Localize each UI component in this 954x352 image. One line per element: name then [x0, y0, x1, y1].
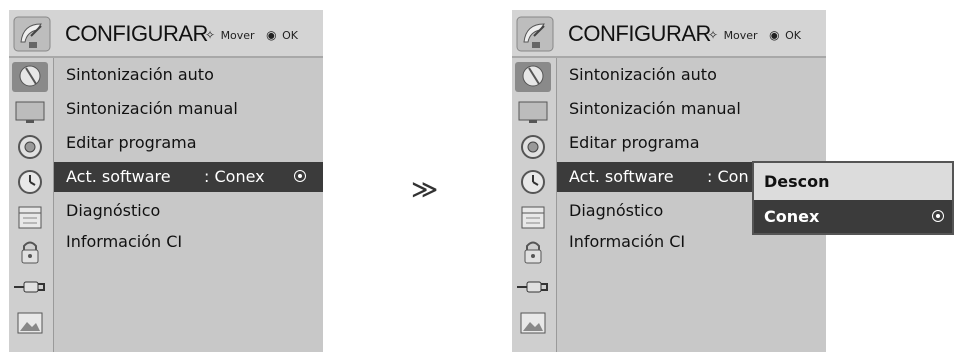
navigation-hint: ✧ Mover ◉ OK	[708, 28, 801, 42]
connector-icon[interactable]	[515, 272, 551, 302]
menu-item-act-software[interactable]: Act. software : Conex	[54, 162, 323, 192]
menu-item-sintonizacion-manual[interactable]: Sintonización manual	[557, 94, 826, 124]
menu-item-value: : Con	[707, 167, 749, 186]
ok-hint-label: OK	[282, 29, 298, 42]
navigation-hint: ✧ Mover ◉ OK	[205, 28, 298, 42]
menu-item-label: Editar programa	[569, 133, 700, 152]
menu-item-editar-programa[interactable]: Editar programa	[557, 128, 826, 158]
menu-item-value: : Conex	[204, 167, 265, 186]
category-sidebar	[9, 58, 53, 352]
menu-header: CONFIGURAR ✧ Mover ◉ OK	[9, 10, 323, 58]
lock-icon[interactable]	[515, 237, 551, 267]
menu-item-label: Información CI	[66, 232, 183, 251]
menu-item-diagnostico[interactable]: Diagnóstico	[54, 196, 323, 226]
option-label: Conex	[764, 207, 820, 226]
menu-item-sintonizacion-auto[interactable]: Sintonización auto	[54, 60, 323, 90]
menu-item-sintonizacion-manual[interactable]: Sintonización manual	[54, 94, 323, 124]
clock-icon[interactable]	[515, 167, 551, 197]
menu-item-label: Diagnóstico	[66, 201, 161, 220]
option-label: Descon	[764, 172, 830, 191]
satellite-dish-icon	[13, 16, 51, 52]
menu-item-label: Información CI	[569, 232, 686, 251]
menu-item-editar-programa[interactable]: Editar programa	[54, 128, 323, 158]
option-descon[interactable]: Descon	[754, 165, 952, 198]
calendar-icon[interactable]	[12, 202, 48, 232]
menu-item-label: Editar programa	[66, 133, 197, 152]
left-setup-panel: CONFIGURAR ✧ Mover ◉ OK Sintonización au…	[9, 10, 323, 352]
category-sidebar	[512, 58, 556, 352]
menu-item-label: Act. software	[569, 167, 674, 186]
page-title: CONFIGURAR	[65, 21, 208, 46]
connector-icon[interactable]	[12, 272, 48, 302]
satellite-dish-icon[interactable]	[515, 62, 551, 92]
satellite-dish-icon	[516, 16, 554, 52]
menu-item-sintonizacion-auto[interactable]: Sintonización auto	[557, 60, 826, 90]
ok-hint-label: OK	[785, 29, 801, 42]
radio-selected-icon	[932, 210, 944, 222]
option-conex[interactable]: Conex	[754, 200, 952, 233]
menu-item-label: Sintonización manual	[66, 99, 238, 118]
speaker-icon[interactable]	[12, 132, 48, 162]
speaker-icon[interactable]	[515, 132, 551, 162]
menu-header: CONFIGURAR ✧ Mover ◉ OK	[512, 10, 826, 58]
picture-icon[interactable]	[515, 307, 551, 337]
lock-icon[interactable]	[12, 237, 48, 267]
menu-item-label: Sintonización auto	[66, 65, 214, 84]
menu-item-label: Act. software	[66, 167, 171, 186]
picture-icon[interactable]	[12, 307, 48, 337]
move-arrows-icon: ✧	[205, 28, 216, 42]
menu-item-informacion-ci[interactable]: Información CI	[54, 227, 323, 257]
move-hint-label: Mover	[723, 29, 758, 42]
calendar-icon[interactable]	[515, 202, 551, 232]
next-step-arrow: ≫	[411, 175, 439, 205]
ok-button-icon: ◉	[266, 28, 277, 42]
software-update-popup: Descon Conex	[752, 161, 954, 235]
screen-icon[interactable]	[515, 97, 551, 127]
page-title: CONFIGURAR	[568, 21, 711, 46]
ok-button-icon: ◉	[769, 28, 780, 42]
clock-icon[interactable]	[12, 167, 48, 197]
menu-item-label: Sintonización auto	[569, 65, 717, 84]
screen-icon[interactable]	[12, 97, 48, 127]
setup-menu-list: Sintonización auto Sintonización manual …	[53, 58, 323, 352]
satellite-dish-icon[interactable]	[12, 62, 48, 92]
menu-item-label: Sintonización manual	[569, 99, 741, 118]
move-hint-label: Mover	[220, 29, 255, 42]
move-arrows-icon: ✧	[708, 28, 719, 42]
menu-item-label: Diagnóstico	[569, 201, 664, 220]
radio-selected-icon	[294, 170, 306, 182]
